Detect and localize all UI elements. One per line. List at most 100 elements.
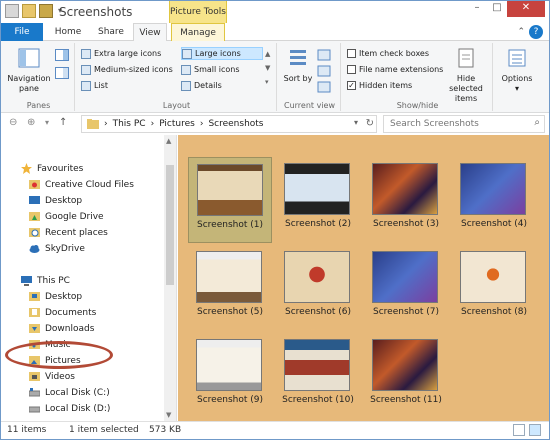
checkbox-box (347, 65, 356, 74)
layout-scroll-icon[interactable]: ▲ ▼ ▾ (265, 47, 270, 89)
folder-icon[interactable] (22, 4, 36, 18)
scroll-down-icon[interactable]: ▼ (166, 411, 171, 419)
details-pane-icon[interactable] (55, 67, 69, 79)
options-icon (508, 49, 526, 67)
search-box[interactable]: ⌕ (383, 115, 545, 133)
recent-locations-icon[interactable]: ▾ (45, 118, 49, 127)
tab-share[interactable]: Share (91, 23, 131, 41)
file-tile[interactable]: Screenshot (1) (188, 157, 272, 243)
group-by-icon[interactable] (317, 49, 331, 61)
nav-local-disk-c[interactable]: Local Disk (C:) (29, 385, 110, 400)
details-view-icon[interactable] (513, 424, 525, 436)
nav-this-pc[interactable]: This PC (21, 273, 70, 288)
nav-google-drive[interactable]: Google Drive (29, 209, 104, 224)
checkbox-label: Hidden items (359, 81, 413, 90)
layout-large-icons[interactable]: Large icons (181, 47, 263, 60)
nav-downloads[interactable]: Downloads (29, 321, 94, 336)
screenshot-thumbnail (197, 164, 263, 216)
tab-home[interactable]: Home (47, 23, 89, 41)
quick-access-toolbar: ▾ (5, 4, 64, 18)
nav-documents[interactable]: Documents (29, 305, 96, 320)
hide-selected-items-button[interactable]: Hide selected items (439, 47, 493, 104)
screenshot-thumbnail (460, 163, 526, 215)
layout-small-icons[interactable]: Small icons (181, 63, 263, 76)
nav-creative-cloud-files[interactable]: Creative Cloud Files (29, 177, 134, 192)
scroll-up-icon[interactable]: ▲ (166, 137, 171, 145)
layout-medium-icons[interactable]: Medium-sized icons (81, 63, 179, 76)
nav-videos[interactable]: Videos (29, 369, 75, 384)
minimize-ribbon-icon[interactable]: ⌃ (517, 27, 525, 37)
scrollbar-thumb[interactable] (166, 165, 174, 285)
checkbox-label: File name extensions (359, 65, 444, 74)
status-selection: 1 item selected (69, 425, 139, 435)
sort-by-button[interactable]: Sort by (283, 47, 313, 84)
new-folder-icon[interactable] (39, 4, 53, 18)
tab-manage[interactable]: Manage (171, 23, 225, 41)
breadcrumb-pictures[interactable]: Pictures (159, 119, 195, 129)
preview-pane-icon[interactable] (55, 49, 69, 61)
properties-icon[interactable] (5, 4, 19, 18)
file-tile[interactable]: Screenshot (6) (276, 245, 360, 331)
address-box[interactable]: › This PC › Pictures › Screenshots ▾ ↻ (81, 115, 377, 133)
tab-file[interactable]: File (1, 23, 43, 41)
tab-view[interactable]: View (133, 23, 167, 42)
nav-desktop-fav[interactable]: Desktop (29, 193, 82, 208)
close-button[interactable]: ✕ (507, 1, 545, 17)
file-name-extensions-checkbox[interactable]: File name extensions (347, 65, 443, 74)
nav-skydrive[interactable]: SkyDrive (29, 241, 85, 256)
layout-list[interactable]: List (81, 79, 177, 92)
size-columns-icon[interactable] (317, 81, 331, 93)
file-tile[interactable]: Screenshot (8) (452, 245, 536, 331)
file-name-label: Screenshot (5) (197, 307, 263, 317)
file-tile[interactable]: Screenshot (7) (364, 245, 448, 331)
file-tile[interactable]: Screenshot (10) (276, 333, 360, 419)
panes-group-label: Panes (26, 101, 51, 110)
item-check-boxes-checkbox[interactable]: Item check boxes (347, 49, 429, 58)
hard-drive-icon (29, 406, 40, 413)
layout-details[interactable]: Details (181, 79, 263, 92)
current-view-group-label: Current view (283, 101, 335, 110)
up-button[interactable]: ↑ (59, 117, 67, 128)
ribbon-tabs: File Home Share View Manage ⌃ ? (1, 23, 549, 42)
file-tile[interactable]: Screenshot (9) (188, 333, 272, 419)
add-columns-icon[interactable] (317, 65, 331, 77)
file-tile[interactable]: Screenshot (2) (276, 157, 360, 243)
navigation-pane-button[interactable]: Navigation pane (7, 47, 51, 94)
file-name-label: Screenshot (4) (461, 219, 527, 229)
nav-local-disk-d[interactable]: Local Disk (D:) (29, 401, 110, 416)
options-label: Options (501, 74, 533, 83)
back-button[interactable]: ⊖ (9, 117, 17, 128)
file-tile[interactable]: Screenshot (5) (188, 245, 272, 331)
help-icon[interactable]: ? (529, 25, 543, 39)
layout-extra-large-icons[interactable]: Extra large icons (81, 47, 177, 60)
nav-recent-places[interactable]: Recent places (29, 225, 108, 240)
extra-large-icons-icon (81, 48, 91, 59)
list-icon (81, 80, 91, 91)
maximize-button[interactable]: □ (487, 1, 507, 17)
address-dropdown-icon[interactable]: ▾ (354, 118, 358, 127)
file-name-label: Screenshot (1) (197, 220, 263, 230)
nav-label: Favourites (37, 163, 84, 174)
nav-desktop[interactable]: Desktop (29, 289, 82, 304)
desktop-icon (29, 196, 40, 204)
search-input[interactable] (384, 116, 522, 132)
downloads-folder-icon (29, 324, 40, 333)
layout-item-label: Small icons (194, 65, 240, 74)
nav-scrollbar[interactable]: ▲ ▼ (164, 135, 176, 421)
refresh-icon[interactable]: ↻ (366, 118, 374, 129)
breadcrumb-screenshots[interactable]: Screenshots (208, 119, 263, 129)
large-icons-view-icon[interactable] (529, 424, 541, 436)
file-tile[interactable]: Screenshot (11) (364, 333, 448, 419)
nav-label: Google Drive (45, 211, 104, 222)
breadcrumb-this-pc[interactable]: This PC (113, 119, 146, 129)
nav-favourites[interactable]: Favourites (21, 161, 83, 176)
options-button[interactable]: Options ▾ (497, 47, 537, 94)
minimize-button[interactable]: – (467, 1, 487, 17)
screenshot-thumbnail (284, 163, 350, 215)
file-tile[interactable]: Screenshot (4) (452, 157, 536, 243)
hidden-items-checkbox[interactable]: ✓ Hidden items (347, 81, 412, 90)
forward-button[interactable]: ⊕ (27, 117, 35, 128)
file-tile[interactable]: Screenshot (3) (364, 157, 448, 243)
panes-group: Navigation pane Panes (3, 43, 75, 111)
search-icon[interactable]: ⌕ (534, 117, 540, 128)
